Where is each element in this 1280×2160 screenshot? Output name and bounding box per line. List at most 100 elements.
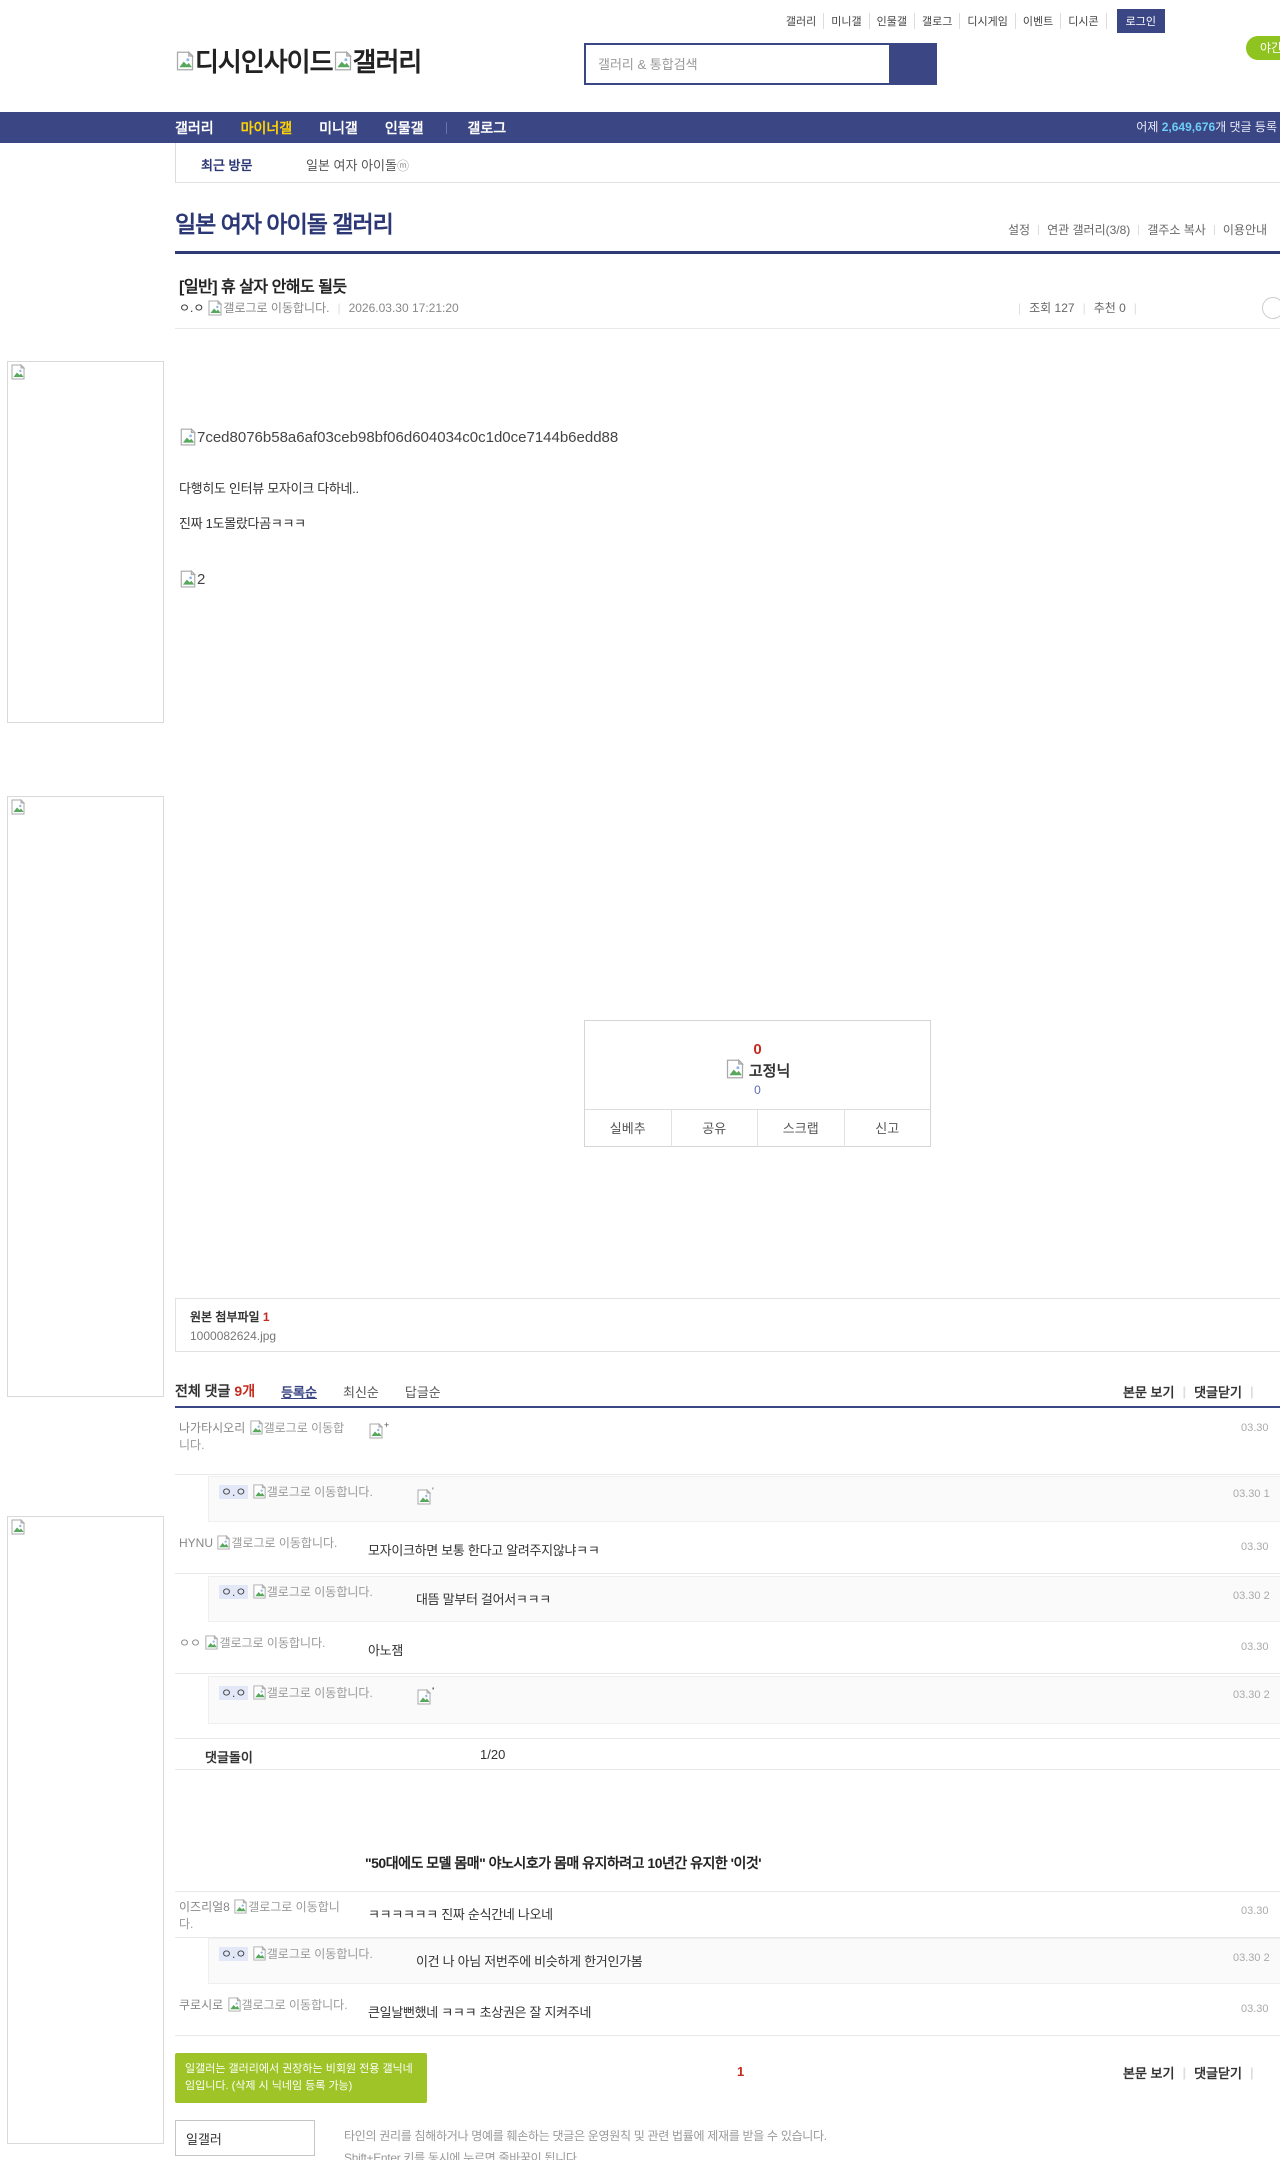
comment-date: 03.30 2 [1233,1952,1270,1964]
toplink-gallog[interactable]: 갤로그 [915,13,961,29]
night-mode-button[interactable]: 야간 모드 [1246,36,1280,60]
comment-nickname-input[interactable] [175,2120,315,2156]
silbechu-button[interactable]: 실베추 [585,1110,671,1147]
settings-button[interactable]: 설정 [1000,221,1038,238]
comment-row: ㅇㅇ 갤로그로 이동합니다. 아노잼 03.30 [175,1628,1280,1674]
broken-image-icon [369,1423,384,1439]
comment-text: 이건 나 아님 저번주에 비슷하게 한거인가봄 [416,1954,643,1969]
nav-person-gallery[interactable]: 인물갤 [385,118,424,138]
sort-newest-tab[interactable]: 최신순 [343,1382,379,1401]
inline-ad-text[interactable]: "50대에도 모델 몸매" 야노시호가 몸매 유지하려고 10년간 유지한 '이… [365,1853,762,1873]
search-box [584,43,937,85]
comment-date: 03.30 [1241,1905,1269,1917]
side-ad-slot[interactable] [7,1516,164,2144]
commenter-nickname[interactable]: 쿠로시로 [179,1998,223,2012]
scrap-button[interactable]: 스크랩 [757,1110,844,1147]
bot-page-indicator: 1/20 [480,1747,506,1762]
commenter-nickname[interactable]: ㅇ.ㅇ [219,1686,249,1700]
guide-button[interactable]: 이용안내 [1215,221,1275,238]
comments-header: 전체 댓글 9개 등록순 최신순 답글순 [175,1381,441,1401]
toplink-event[interactable]: 이벤트 [1016,13,1062,29]
post-image-1-alt: 7ced8076b58a6af03ceb98bf06d604034c0c1d0c… [197,428,619,446]
commenter-nickname[interactable]: 나가타시오리 [179,1421,245,1435]
toplink-persongal[interactable]: 인물갤 [870,13,916,29]
comment-date: 03.30 2 [1233,1590,1270,1602]
post-author-nickname[interactable]: ㅇ.ㅇ [179,299,204,316]
side-ad-slot[interactable] [7,361,164,723]
fixed-nick-row: 고정닉 [585,1059,930,1081]
toplink-gallery[interactable]: 갤러리 [779,13,825,29]
broken-image-icon [253,1946,267,1961]
copy-gallery-url-button[interactable]: 갤주소 복사 [1139,221,1214,238]
sort-reply-tab[interactable]: 답글순 [405,1382,441,1401]
search-input[interactable] [586,45,889,83]
comment-count-icon[interactable] [1262,297,1280,319]
vote-box: 0 고정닉 0 실베추 공유 스크랩 신고 [584,1020,931,1147]
share-button[interactable]: 공유 [670,1110,758,1147]
search-button[interactable] [889,45,935,83]
nav-minor-gallery[interactable]: 마이너갤 [241,118,293,138]
post-image-2[interactable]: 2 [179,570,205,588]
view-post-button[interactable]: 본문 보기 [1123,1382,1174,1401]
close-comments-button[interactable]: 댓글닫기 [1194,1382,1242,1401]
broken-image-icon [417,1489,432,1505]
bot-name: 댓글돌이 [205,1750,253,1765]
comment-image: '' [416,1686,435,1705]
gallog-link[interactable]: 갤로그로 이동합니다. [267,1585,373,1599]
recent-visit-label[interactable]: 최근 방문 [201,155,252,174]
stats-count: 2,649,676 [1161,120,1216,134]
comment-text: 큰일날뻔했네 ㅋㅋㅋ 초상권은 잘 지켜주네 [368,2005,592,2020]
guest-nickname-notice: 일갤러는 갤러리에서 권장하는 비회원 전용 갤닉네임입니다. (삭제 시 닉네… [175,2053,427,2104]
commenter-nickname[interactable]: ㅇㅇ [179,1636,201,1650]
login-button[interactable]: 로그인 [1116,9,1165,33]
content-divider [175,328,1280,329]
nav-gallery[interactable]: 갤러리 [175,118,214,138]
gallog-link[interactable]: 갤로그로 이동합니다. [223,299,329,316]
view-post-button[interactable]: 본문 보기 [1123,2063,1174,2082]
commenter-nickname[interactable]: ㅇ.ㅇ [219,1947,249,1961]
logo-text-gallery: 갤러리 [352,47,423,77]
gallog-link[interactable]: 갤로그로 이동합니다. [267,1485,373,1499]
attachment-filename[interactable]: 1000082624.jpg [190,1329,1270,1343]
gallog-link[interactable]: 갤로그로 이동합니다. [242,1998,348,2012]
commenter-nickname[interactable]: ㅇ.ㅇ [219,1485,249,1499]
broken-image-icon [726,1059,744,1079]
commenter-nickname[interactable]: 이즈리얼8 [179,1900,230,1914]
comment-date: 03.30 [1241,1422,1269,1434]
commenter-nickname[interactable]: HYNU [179,1536,213,1550]
post-paragraph: 다행히도 인터뷰 모자이크 다하네.. [179,481,359,496]
stats-suffix: 개 댓글 등록 [1215,120,1277,134]
broken-image-icon [253,1584,267,1599]
comment-date: 03.30 [1241,2003,1269,2015]
post-author-row: ㅇ.ㅇ 갤로그로 이동합니다. | 2026.03.30 17:21:20 [179,299,459,316]
comments-toggle-top: 본문 보기 | 댓글닫기 | [1123,1382,1254,1401]
gallog-link[interactable]: 갤로그로 이동합니다. [267,1686,373,1700]
comment-textarea[interactable]: 타인의 권리를 침해하거나 명예를 훼손하는 댓글은 운영원칙 및 관련 법률에… [344,2126,1194,2160]
commenter-nickname[interactable]: ㅇ.ㅇ [219,1585,249,1599]
comment-text: 대뜸 말부터 걸어서ㅋㅋㅋ [416,1592,551,1607]
report-button[interactable]: 신고 [843,1110,931,1147]
toplink-dccon[interactable]: 디시콘 [1061,13,1107,29]
toplink-dcgame[interactable]: 디시게임 [960,13,1016,29]
comment-page-1[interactable]: 1 [737,2064,744,2079]
comment-placeholder-line2: Shift+Enter 키를 동시에 누르면 줄바꿈이 됩니다. [344,2150,580,2160]
sort-registered-tab[interactable]: 등록순 [281,1382,317,1401]
broken-image-icon [11,364,26,380]
logo-text-dcinside: 디시인사이드 [195,47,334,77]
gallog-link[interactable]: 갤로그로 이동합니다. [267,1947,373,1961]
post-image-1[interactable]: 7ced8076b58a6af03ceb98bf06d604034c0c1d0c… [179,428,618,446]
side-ad-slot[interactable] [7,796,164,1397]
nav-mini-gallery[interactable]: 미니갤 [319,118,358,138]
gallog-link[interactable]: 갤로그로 이동합니다. [231,1536,337,1550]
related-galleries-button[interactable]: 연관 갤러리(3/8) [1039,221,1138,238]
gallog-link[interactable]: 갤로그로 이동합니다. [219,1636,325,1650]
toplink-minigal[interactable]: 미니갤 [824,13,870,29]
comment-date: 03.30 2 [1233,1689,1270,1701]
close-comments-button[interactable]: 댓글닫기 [1194,2063,1242,2082]
post-date: 2026.03.30 17:21:20 [348,300,459,315]
gallery-title[interactable]: 일본 여자 아이돌 갤러리 [175,205,394,239]
breadcrumb-gallery-name[interactable]: 일본 여자 아이돌ⓜ [306,155,409,174]
nav-gallog[interactable]: 갤로그 [467,118,506,138]
broken-image-icon [180,428,197,446]
site-logo[interactable]: 디시인사이드 갤러리 [175,42,423,79]
